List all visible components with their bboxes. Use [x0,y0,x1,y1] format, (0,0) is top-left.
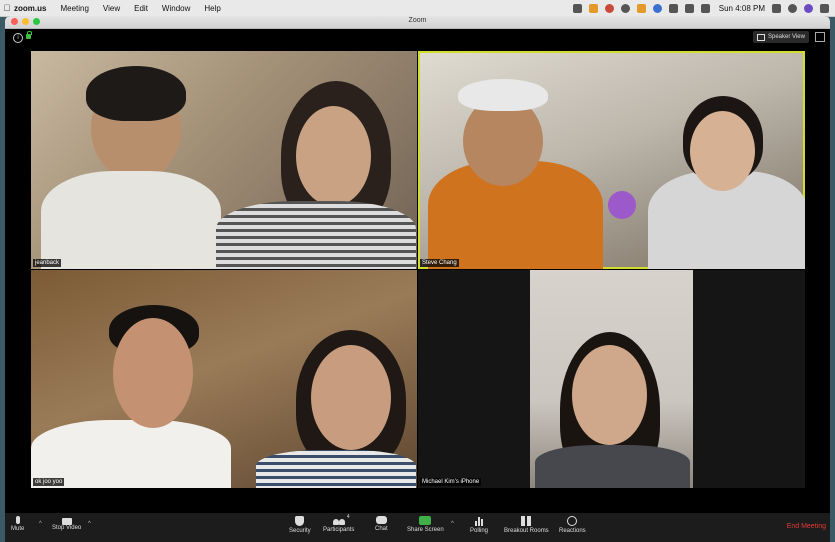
tray-app-icon[interactable] [588,3,598,13]
menu-help[interactable]: Help [204,4,220,13]
video-camera-icon [61,518,72,525]
participant-name: jeanback [33,259,62,267]
participant-video [458,79,548,111]
participant-video [41,171,221,269]
breakout-rooms-button[interactable]: Breakout Rooms [504,516,549,534]
participant-name: Michael Kim's iPhone [420,478,482,486]
polling-button[interactable]: Polling [470,516,488,534]
reactions-button[interactable]: Reactions [559,516,586,534]
share-screen-icon [419,516,432,525]
participant-video [311,345,391,450]
wifi-icon[interactable] [668,3,678,13]
notification-center-icon[interactable] [820,3,829,13]
participant-video [690,111,755,191]
chat-bubble-icon [375,516,387,524]
end-meeting-button[interactable]: End Meeting [787,523,826,530]
breakout-rooms-icon [521,516,532,526]
spotlight-search-icon[interactable] [788,3,797,13]
shield-icon [295,516,305,526]
participants-icon: 4 [332,514,350,525]
mute-button[interactable]: Mute [11,516,24,532]
breakout-rooms-label: Breakout Rooms [504,528,549,534]
encryption-lock-icon[interactable] [26,31,32,39]
stop-video-label: Stop Video [52,525,82,531]
menubar-clock[interactable]: Sun 4:08 PM [719,4,765,13]
tray-app-icon[interactable] [636,3,646,13]
mute-label: Mute [11,526,25,532]
participant-video [256,450,416,488]
grid-view-icon [757,33,765,41]
share-screen-label: Share Screen [407,527,444,533]
menu-view[interactable]: View [103,4,120,13]
participant-video [216,201,416,269]
participant-name: Steve Chang [420,259,459,267]
control-strip-icon[interactable] [772,3,781,13]
microphone-icon [15,516,20,524]
speaker-view-button[interactable]: Speaker View [753,31,809,43]
menu-meeting[interactable]: Meeting [60,4,88,13]
tray-chat-icon[interactable] [620,3,630,13]
menu-edit[interactable]: Edit [134,4,148,13]
macos-menu-bar:  zoom.us Meeting View Edit Window Help … [0,0,835,17]
participant-video [608,191,636,219]
participant-name: ok joo yoo [33,478,65,486]
share-screen-button[interactable]: Share Screen [407,516,444,533]
tray-app-icon[interactable] [652,3,662,13]
smiley-reaction-icon [567,516,578,526]
participant-video [86,66,186,121]
poll-bars-icon [474,516,484,526]
video-tile[interactable]: ok joo yoo [31,270,417,488]
status-tray: Sun 4:08 PM [572,0,829,16]
participants-label: Participants [323,527,355,533]
meeting-controls-toolbar: Mute ^ Stop Video ^ Security 4 Participa… [5,513,830,542]
participant-video [296,106,371,206]
battery-icon[interactable] [700,3,710,13]
volume-icon[interactable] [684,3,694,13]
video-tile[interactable]: jeanback [31,51,417,269]
tray-app-icon[interactable] [572,3,582,13]
chat-button[interactable]: Chat [375,516,388,532]
meeting-info-icon[interactable]: i [13,33,23,43]
participant-video [535,445,690,488]
fullscreen-icon[interactable] [815,32,825,42]
apple-icon[interactable]:  [0,3,14,13]
zoom-window: Zoom i Speaker View jeanback Steve Chang [5,16,830,542]
reactions-label: Reactions [559,528,586,534]
video-tile[interactable]: Michael Kim's iPhone [418,270,805,488]
siri-icon[interactable] [804,3,813,13]
menu-app-name[interactable]: zoom.us [14,4,46,13]
window-title: Zoom [408,17,427,24]
participant-video [530,270,693,488]
video-tile-active-speaker[interactable]: Steve Chang [418,51,805,269]
share-options-chevron-icon[interactable]: ^ [451,521,454,527]
participant-video [113,318,193,428]
video-options-chevron-icon[interactable]: ^ [88,521,91,527]
menu-window[interactable]: Window [162,4,190,13]
stop-video-button[interactable]: Stop Video [52,516,81,531]
security-button[interactable]: Security [289,516,311,534]
participants-button[interactable]: 4 Participants [323,514,355,533]
participant-video [572,345,647,445]
speaker-view-label: Speaker View [768,34,805,40]
polling-label: Polling [470,528,489,534]
security-label: Security [289,528,311,534]
window-title-bar: Zoom [5,16,830,29]
participants-count: 4 [346,514,350,520]
audio-options-chevron-icon[interactable]: ^ [39,521,42,527]
tray-app-icon[interactable] [604,3,614,13]
chat-label: Chat [375,526,388,532]
